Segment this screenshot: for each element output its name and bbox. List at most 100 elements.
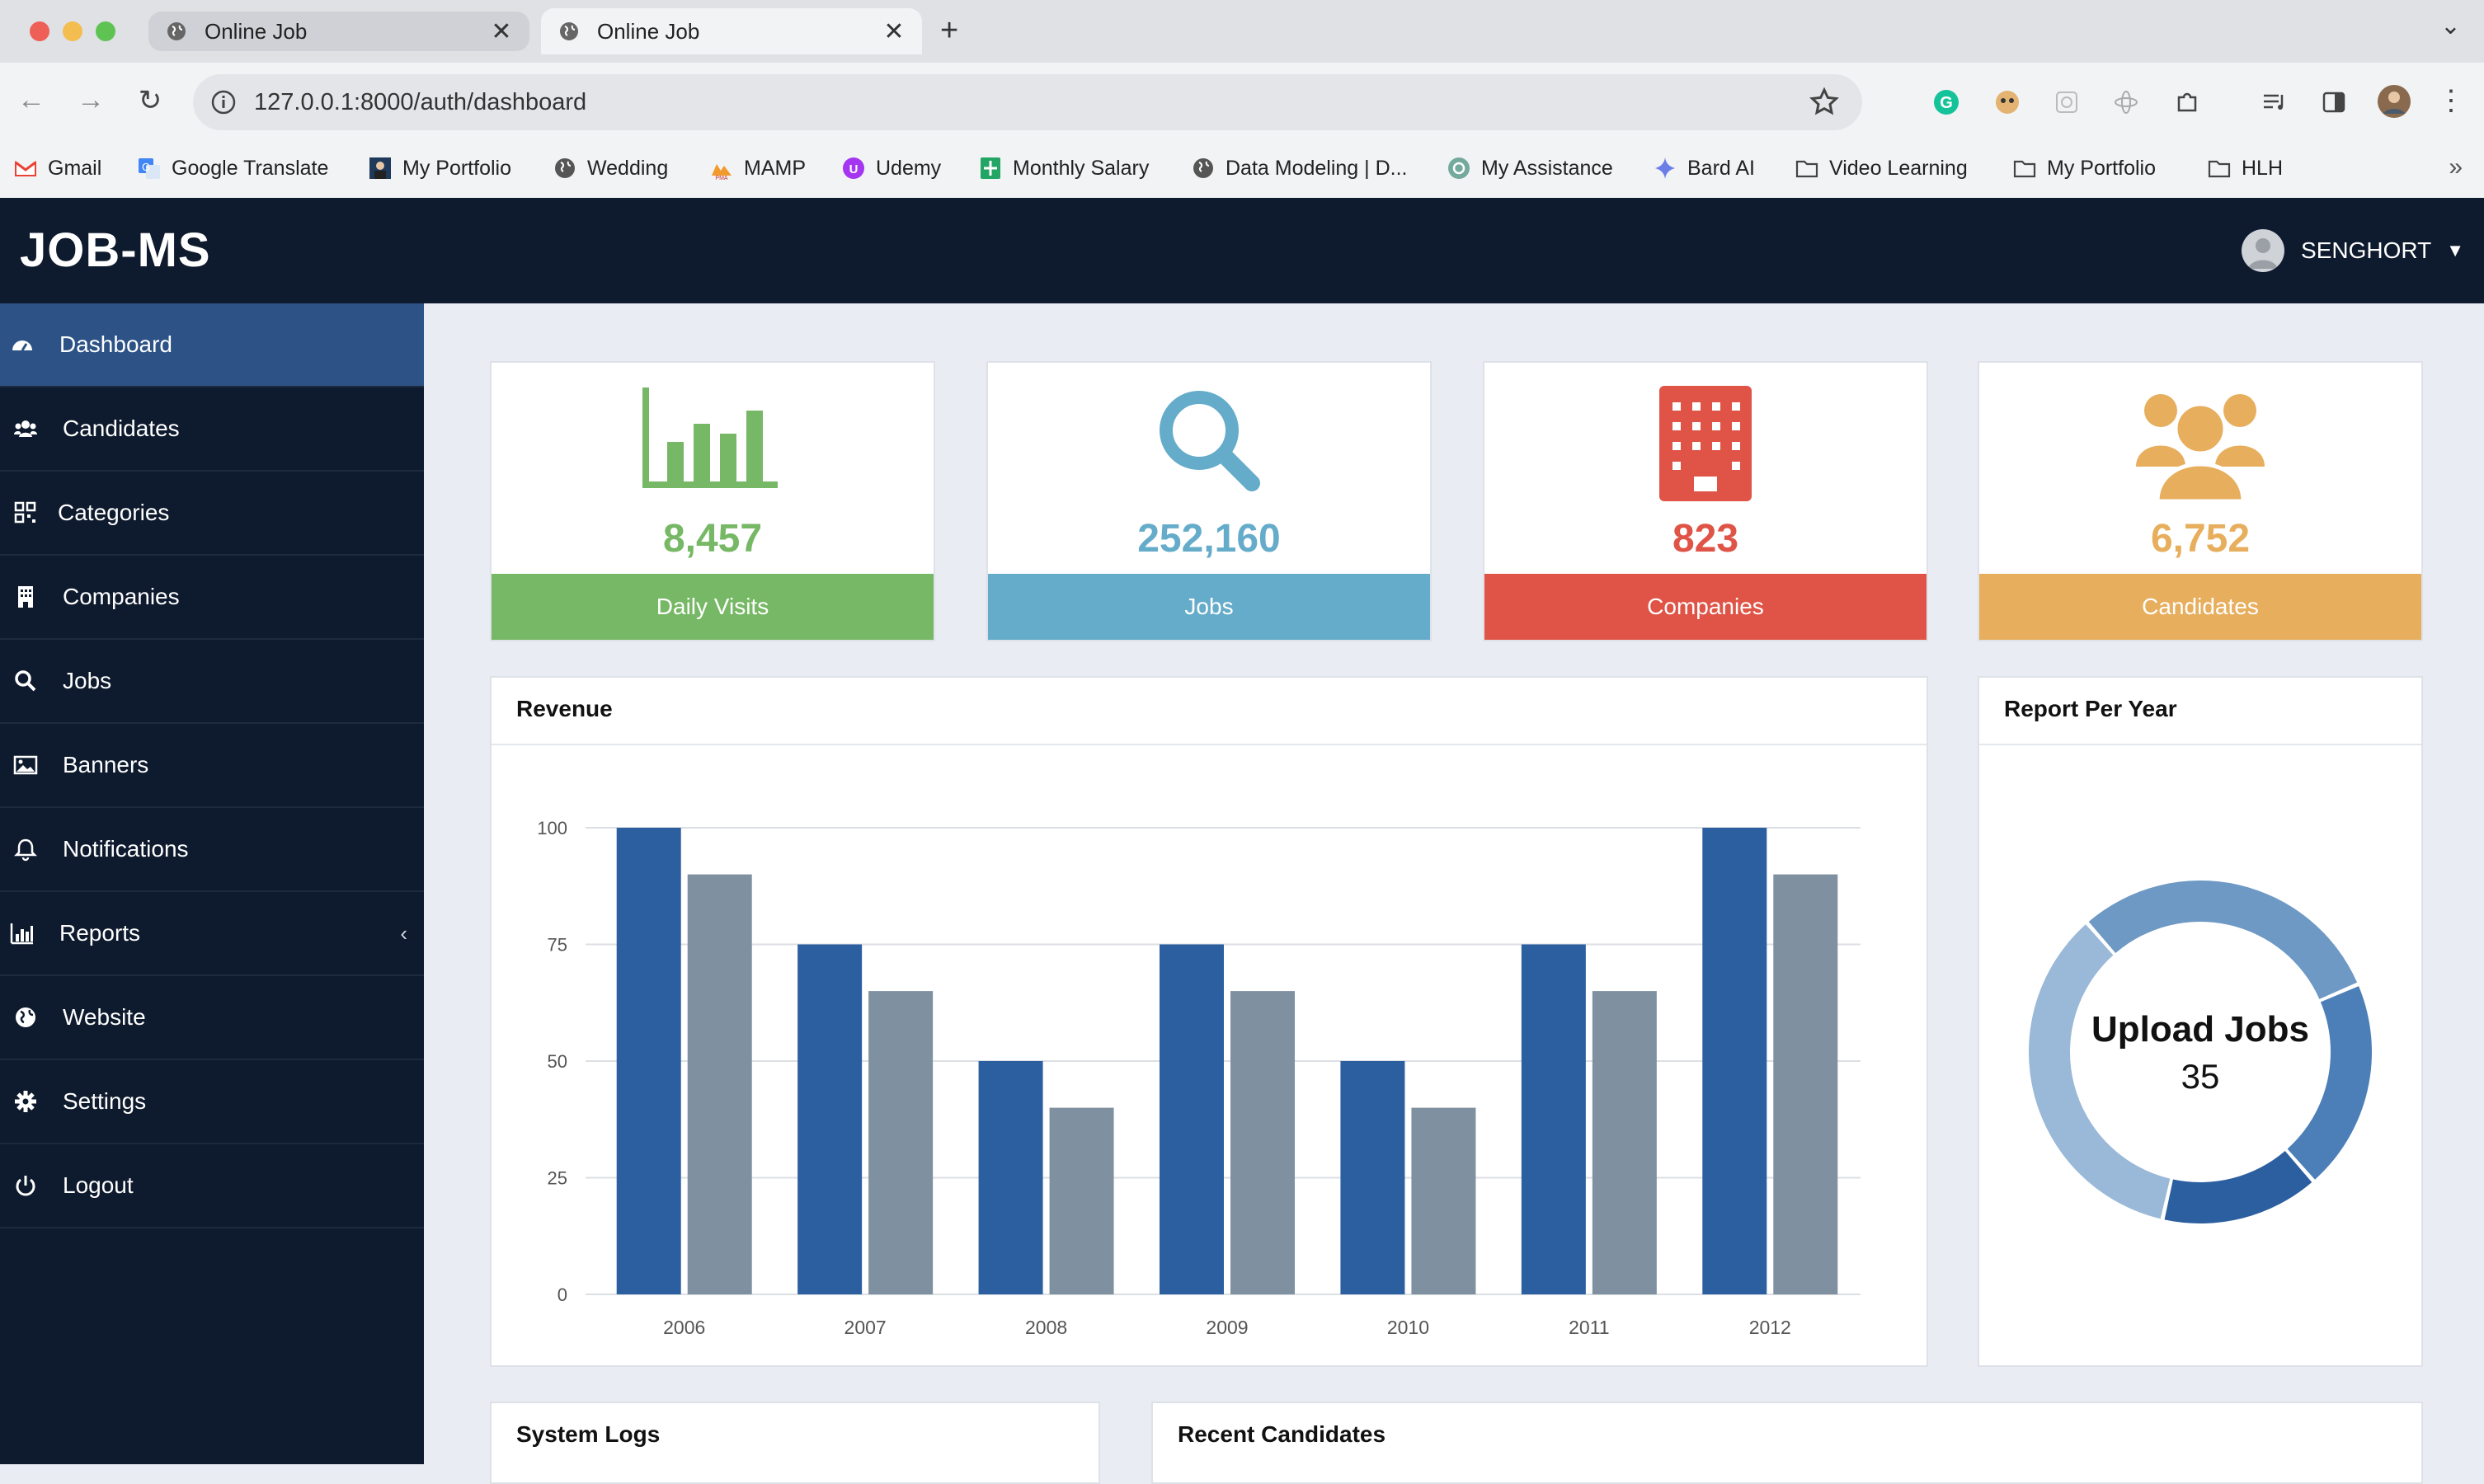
svg-text:U: U: [849, 162, 859, 176]
address-bar[interactable]: [193, 74, 1862, 130]
browser-tab-bar: Online Job ✕ Online Job ✕ + ⌄: [0, 0, 2484, 63]
new-tab-icon[interactable]: +: [940, 13, 958, 49]
bookmark-udemy[interactable]: U Udemy: [841, 150, 941, 186]
sidebar-item-label: Website: [63, 1004, 146, 1030]
bookmark-wedding[interactable]: Wedding: [553, 150, 668, 186]
bookmark-data-modeling[interactable]: Data Modeling | D...: [1191, 150, 1407, 186]
y-tick-label: 100: [537, 818, 567, 838]
sidebar-item-companies[interactable]: Companies: [0, 556, 424, 640]
portfolio-photo-icon: [369, 157, 391, 179]
bar-2010-series-2[interactable]: [1411, 1107, 1476, 1294]
side-panel-icon[interactable]: [2319, 87, 2349, 117]
stat-card-jobs[interactable]: 252,160 Jobs: [986, 361, 1432, 641]
y-tick-label: 25: [548, 1168, 567, 1189]
donut-slice-1[interactable]: [2088, 881, 2358, 999]
close-tab-icon[interactable]: ✕: [485, 17, 518, 46]
user-menu[interactable]: SENGHORT ▼: [2242, 229, 2464, 272]
bookmark-label: Google Translate: [172, 156, 329, 180]
close-tab-icon[interactable]: ✕: [877, 17, 910, 46]
grammarly-icon[interactable]: G: [1931, 87, 1961, 117]
more-menu-icon[interactable]: ⋮: [2435, 84, 2468, 117]
bar-2008-series-1[interactable]: [978, 1061, 1043, 1294]
bookmark-my-portfolio[interactable]: My Portfolio: [368, 150, 511, 186]
extension-react-icon[interactable]: [2111, 87, 2141, 117]
bar-2012-series-2[interactable]: [1773, 874, 1838, 1294]
bookmark-label: HLH: [2242, 156, 2284, 180]
bookmark-folder-hlh[interactable]: HLH: [2207, 150, 2283, 186]
bar-2011-series-1[interactable]: [1521, 944, 1586, 1295]
sidebar-item-banners[interactable]: Banners: [0, 724, 424, 808]
bookmark-star-icon[interactable]: [1808, 86, 1841, 119]
url-input[interactable]: [252, 87, 1740, 117]
bookmark-monthly-salary[interactable]: Monthly Salary: [978, 150, 1149, 186]
stat-card-candidates[interactable]: 6,752 Candidates: [1978, 361, 2423, 641]
sidebar-item-reports[interactable]: Reports ‹: [0, 892, 424, 976]
stat-value: 8,457: [662, 517, 763, 561]
bookmark-my-assistance[interactable]: My Assistance: [1447, 150, 1613, 186]
bookmark-bard-ai[interactable]: Bard AI: [1653, 150, 1755, 186]
bookmark-label: Monthly Salary: [1013, 156, 1150, 180]
forward-icon[interactable]: →: [74, 84, 107, 116]
donut-slice-3[interactable]: [2164, 1151, 2312, 1223]
donut-center-value: 35: [2181, 1057, 2220, 1096]
media-control-icon[interactable]: [2260, 87, 2289, 117]
stat-label: Jobs: [988, 574, 1430, 640]
panel-title: Revenue: [516, 696, 613, 721]
stat-card-daily-visits[interactable]: 8,457 Daily Visits: [490, 361, 935, 641]
bookmark-folder-video-learning[interactable]: Video Learning: [1795, 150, 1968, 186]
bookmark-google-translate[interactable]: G Google Translate: [137, 150, 328, 186]
folder-icon: [2013, 160, 2036, 178]
bar-2009-series-1[interactable]: [1160, 944, 1224, 1295]
stat-card-companies[interactable]: 823 Companies: [1483, 361, 1928, 641]
site-info-icon[interactable]: [209, 88, 238, 116]
bookmark-label: Data Modeling | D...: [1226, 156, 1408, 180]
browser-tab-1[interactable]: Online Job ✕: [148, 12, 529, 51]
reload-icon[interactable]: ↻: [134, 84, 167, 117]
bar-2012-series-1[interactable]: [1702, 828, 1767, 1294]
app-logo[interactable]: JOB-MS: [20, 223, 211, 278]
sidebar: Dashboard Candidates Categories Companie…: [0, 303, 424, 1464]
image-icon: [13, 755, 38, 775]
dashboard-icon: [12, 340, 32, 351]
sidebar-item-dashboard[interactable]: Dashboard: [0, 303, 424, 387]
maximize-window-button[interactable]: [96, 21, 115, 41]
more-bookmarks-icon[interactable]: »: [2449, 153, 2463, 181]
bar-2006-series-1[interactable]: [616, 828, 681, 1294]
sidebar-item-notifications[interactable]: Notifications: [0, 808, 424, 892]
sidebar-item-label: Logout: [63, 1172, 134, 1198]
bar-2006-series-2[interactable]: [687, 874, 752, 1294]
stat-value: 6,752: [2150, 517, 2251, 561]
sidebar-item-settings[interactable]: Settings: [0, 1060, 424, 1144]
browser-toolbar: ← → ↻ G ⋮: [0, 63, 2484, 140]
translate-icon: G: [139, 158, 160, 179]
bar-2007-series-1[interactable]: [797, 944, 863, 1295]
minimize-window-button[interactable]: [63, 21, 82, 41]
caret-down-icon: ▼: [2446, 240, 2464, 261]
x-tick-label: 2010: [1387, 1317, 1429, 1338]
bar-2007-series-2[interactable]: [868, 991, 934, 1294]
x-tick-label: 2007: [844, 1317, 887, 1338]
bar-2010-series-1[interactable]: [1340, 1061, 1405, 1294]
bookmark-folder-my-portfolio[interactable]: My Portfolio: [2012, 150, 2156, 186]
sidebar-item-jobs[interactable]: Jobs: [0, 640, 424, 724]
system-logs-panel: System Logs: [490, 1402, 1100, 1484]
extensions-puzzle-icon[interactable]: [2172, 87, 2202, 117]
browser-tab-2[interactable]: Online Job ✕: [541, 8, 922, 54]
sidebar-item-categories[interactable]: Categories: [0, 472, 424, 556]
chevron-down-icon[interactable]: ⌄: [2440, 12, 2461, 40]
bookmark-mamp[interactable]: PMA MAMP: [709, 150, 806, 186]
sidebar-item-logout[interactable]: Logout: [0, 1144, 424, 1228]
bar-2008-series-2[interactable]: [1049, 1107, 1114, 1294]
bar-2011-series-2[interactable]: [1592, 991, 1657, 1294]
report-per-year-panel: Report Per Year Upload Jobs 35: [1978, 676, 2423, 1367]
close-window-button[interactable]: [30, 21, 49, 41]
sidebar-item-candidates[interactable]: Candidates: [0, 387, 424, 472]
bar-2009-series-2[interactable]: [1230, 991, 1295, 1294]
profile-avatar[interactable]: [2377, 84, 2411, 119]
sidebar-item-website[interactable]: Website: [0, 976, 424, 1060]
stat-label: Daily Visits: [492, 574, 934, 640]
extension-face-icon[interactable]: [1992, 87, 2022, 117]
back-icon[interactable]: ←: [15, 84, 48, 116]
extension-grid-icon[interactable]: [2052, 87, 2082, 117]
bookmark-gmail[interactable]: Gmail: [13, 150, 101, 186]
